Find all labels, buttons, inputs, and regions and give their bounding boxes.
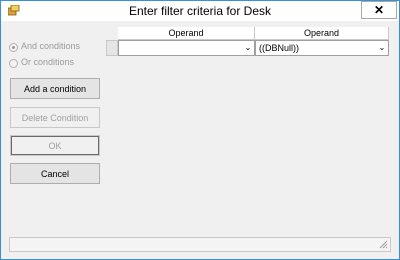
close-button[interactable]: ✕ — [361, 1, 397, 19]
grid-corner — [106, 27, 118, 40]
operand-right-value: ((DBNull)) — [259, 43, 299, 53]
add-condition-button[interactable]: Add a condition — [10, 78, 100, 99]
operand-left-dropdown[interactable]: ⌄ — [118, 40, 255, 56]
and-conditions-label: And conditions — [21, 41, 81, 51]
status-bar — [9, 237, 391, 252]
cancel-button[interactable]: Cancel — [10, 163, 100, 184]
radio-unselected-icon — [9, 59, 18, 68]
chevron-down-icon[interactable]: ⌄ — [377, 42, 387, 54]
resize-grip-icon[interactable] — [378, 239, 388, 249]
conditions-grid: Operand Operand ⌄ ((DBNull)) ⌄ — [106, 27, 389, 57]
row-header[interactable] — [106, 40, 118, 56]
dialog-client-area: And conditions Or conditions Add a condi… — [1, 21, 399, 259]
and-conditions-radio[interactable]: And conditions — [9, 41, 99, 53]
delete-condition-button[interactable]: Delete Condition — [10, 107, 100, 128]
operand-right-dropdown[interactable]: ((DBNull)) ⌄ — [255, 40, 389, 56]
ok-button[interactable]: OK — [10, 135, 100, 156]
dialog-window: Enter filter criteria for Desk ✕ And con… — [0, 0, 400, 260]
column-header-operand-right[interactable]: Operand — [255, 27, 389, 40]
or-conditions-label: Or conditions — [21, 57, 75, 67]
chevron-down-icon[interactable]: ⌄ — [243, 42, 253, 54]
or-conditions-radio[interactable]: Or conditions — [9, 57, 99, 69]
title-bar[interactable]: Enter filter criteria for Desk ✕ — [1, 1, 399, 21]
column-header-operand-left[interactable]: Operand — [118, 27, 255, 40]
window-title: Enter filter criteria for Desk — [128, 4, 272, 18]
close-icon: ✕ — [373, 3, 385, 17]
radio-selected-icon — [9, 43, 18, 52]
